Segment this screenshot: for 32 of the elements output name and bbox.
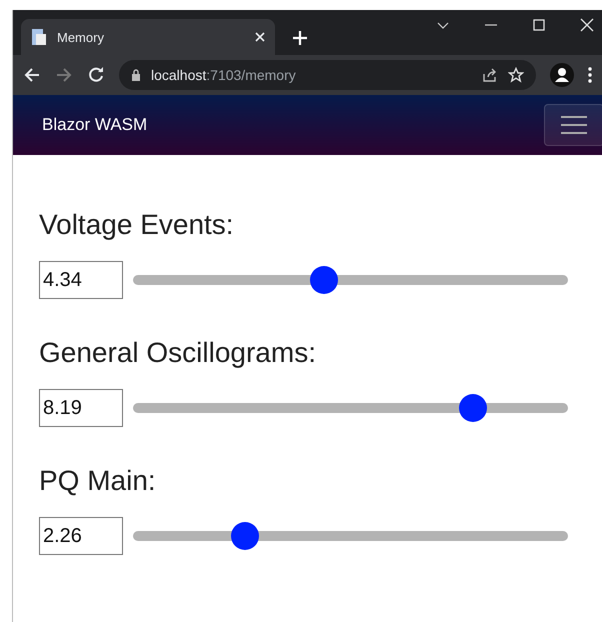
- star-icon[interactable]: [508, 67, 524, 83]
- more-icon[interactable]: [588, 67, 592, 83]
- profile-icon[interactable]: [550, 63, 574, 87]
- value-field[interactable]: 8.19: [39, 389, 123, 427]
- document-icon: [31, 28, 47, 46]
- slider[interactable]: [133, 394, 568, 422]
- slider-label: PQ Main:: [39, 465, 157, 497]
- slider[interactable]: [133, 266, 568, 294]
- maximize-icon[interactable]: [532, 18, 546, 32]
- slider-thumb[interactable]: [310, 266, 338, 294]
- brand-link[interactable]: Blazor WASM: [42, 115, 148, 135]
- url-text: localhost:7103/memory: [151, 67, 297, 83]
- tab-title: Memory: [57, 30, 105, 44]
- back-icon[interactable]: [23, 66, 41, 84]
- address-bar[interactable]: localhost:7103/memory: [119, 60, 536, 90]
- close-icon[interactable]: [580, 18, 594, 32]
- slider-label: General Oscillograms:: [39, 337, 317, 369]
- value-field[interactable]: 4.34: [39, 261, 123, 299]
- browser-tab[interactable]: Memory: [21, 19, 275, 55]
- lock-icon: [131, 69, 141, 81]
- slider[interactable]: [133, 522, 568, 550]
- share-icon[interactable]: [482, 67, 498, 83]
- menu-button[interactable]: [544, 104, 602, 146]
- slider-thumb[interactable]: [230, 522, 259, 550]
- reload-icon[interactable]: [87, 66, 105, 84]
- slider-thumb[interactable]: [458, 394, 487, 422]
- slider-label: Voltage Events:: [39, 209, 235, 241]
- value-field[interactable]: 2.26: [39, 517, 123, 555]
- menu-icon: [561, 114, 587, 136]
- forward-icon[interactable]: [55, 66, 73, 84]
- close-icon[interactable]: [255, 32, 265, 42]
- new-tab-icon[interactable]: [293, 31, 307, 45]
